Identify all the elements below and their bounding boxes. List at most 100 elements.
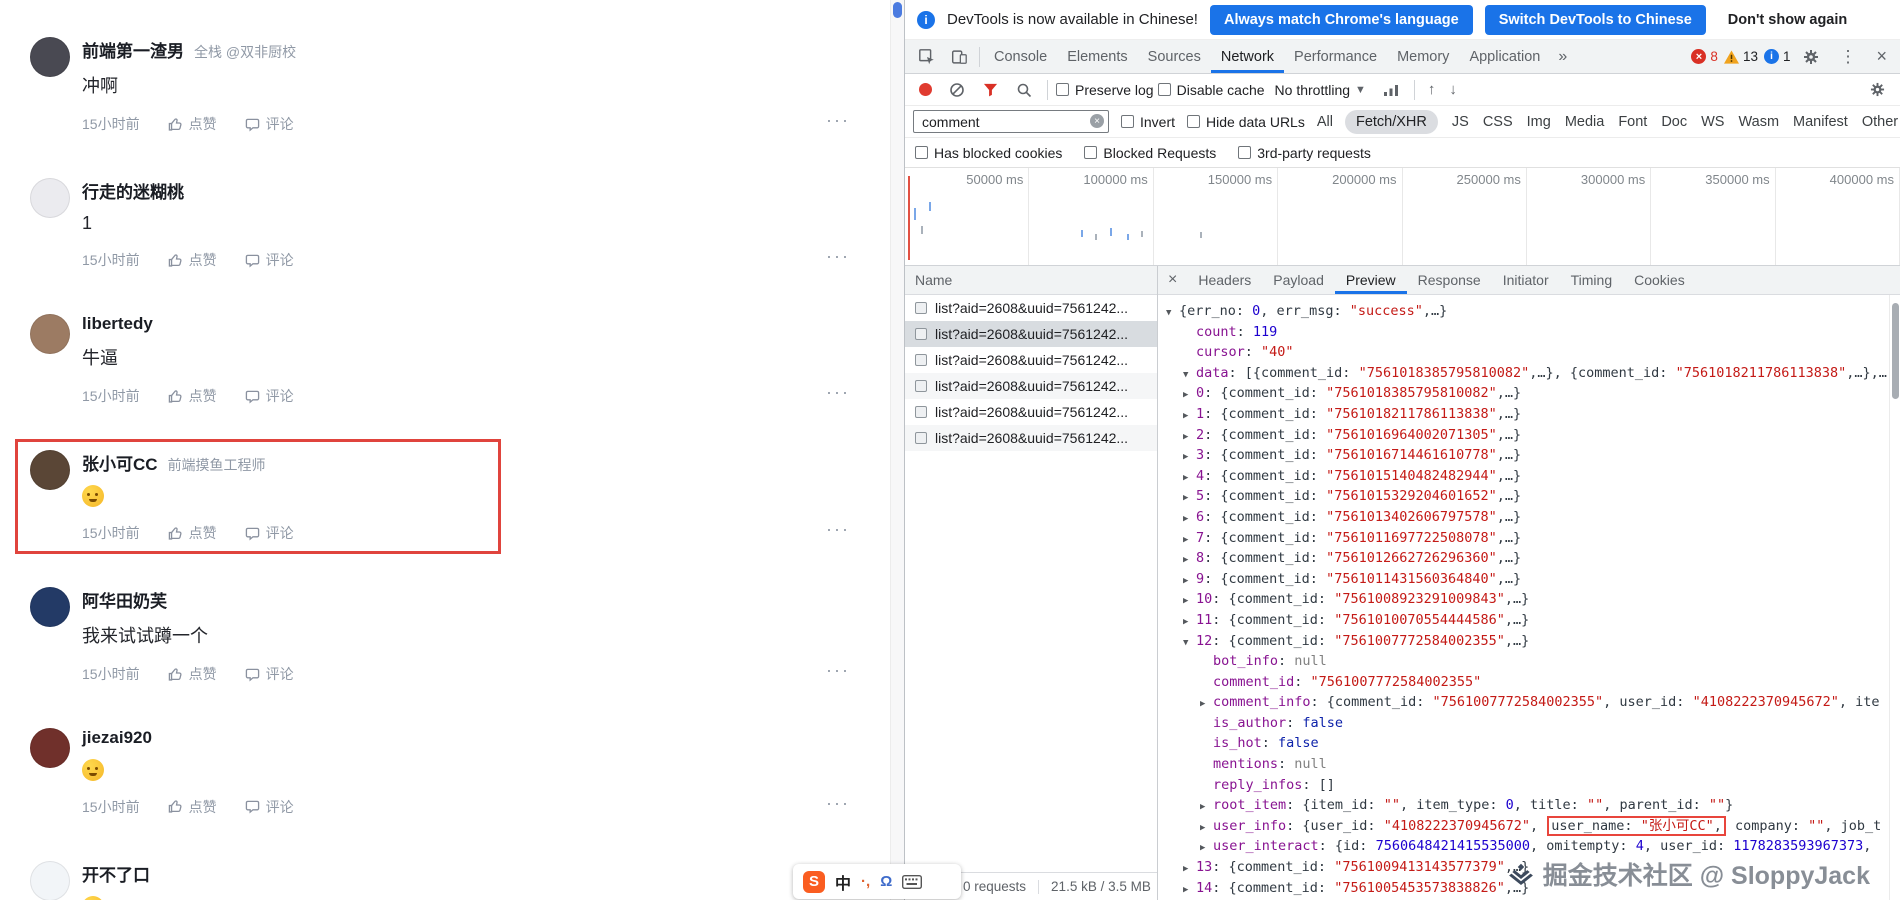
expand-triangle-icon[interactable]: ▶ [1200,838,1213,857]
comment-username[interactable]: 前端第一渣男 [82,37,184,62]
json-line[interactable]: ▶user_info: {user_id: "4108222370945672"… [1158,816,1900,837]
reply-button[interactable]: 评论 [245,114,294,134]
sogou-logo-icon[interactable]: S [803,871,825,893]
details-scrollbar-thumb[interactable] [1892,303,1899,399]
json-line[interactable]: ▶comment_info: {comment_id: "75610077725… [1158,692,1900,713]
ime-punctuation-toggle[interactable]: ·, [861,873,870,890]
more-options-button[interactable]: ··· [826,660,850,681]
json-line[interactable]: ▼{err_no: 0, err_msg: "success",…} [1158,301,1900,322]
filter-type-wasm[interactable]: Wasm [1738,114,1779,130]
timeline-column[interactable]: 250000 ms [1403,168,1527,265]
details-tab-cookies[interactable]: Cookies [1623,266,1696,294]
switch-devtools-chinese-button[interactable]: Switch DevTools to Chinese [1485,5,1706,35]
avatar[interactable] [30,728,70,768]
avatar[interactable] [30,37,70,77]
json-line[interactable]: ▶8: {comment_id: "7561012662726296360",…… [1158,548,1900,569]
json-line[interactable]: ▶root_item: {item_id: "", item_type: 0, … [1158,795,1900,816]
json-line[interactable]: ▼data: [{comment_id: "756101838579581008… [1158,363,1900,384]
expand-triangle-icon[interactable]: ▶ [1183,468,1196,487]
tab-memory[interactable]: Memory [1387,40,1459,73]
checkbox-box[interactable] [1084,146,1097,159]
json-line[interactable]: ▶0: {comment_id: "7561018385795810082",…… [1158,383,1900,404]
expand-triangle-icon[interactable]: ▶ [1183,530,1196,549]
like-button[interactable]: 点赞 [168,114,217,134]
more-options-button[interactable]: ··· [826,793,850,814]
filter-type-manifest[interactable]: Manifest [1793,114,1848,130]
collapse-triangle-icon[interactable]: ▼ [1166,303,1179,322]
timeline-column[interactable]: 350000 ms [1651,168,1775,265]
expand-triangle-icon[interactable]: ▶ [1183,612,1196,631]
json-line[interactable]: ▼12: {comment_id: "7561007772584002355",… [1158,631,1900,652]
filter-type-img[interactable]: Img [1527,114,1551,130]
filter-type-fetch-xhr[interactable]: Fetch/XHR [1345,110,1438,134]
invert-checkbox[interactable]: Invert [1121,114,1175,130]
tab-network[interactable]: Network [1211,40,1284,73]
tab-performance[interactable]: Performance [1284,40,1387,73]
details-tab-headers[interactable]: Headers [1187,266,1262,294]
avatar[interactable] [30,178,70,218]
checkbox-box[interactable] [915,146,928,159]
disable-cache-checkbox[interactable]: Disable cache [1158,82,1265,98]
filter-type-ws[interactable]: WS [1701,114,1724,130]
expand-triangle-icon[interactable]: ▶ [1183,859,1196,878]
expand-triangle-icon[interactable]: ▶ [1200,694,1213,713]
expand-triangle-icon[interactable]: ▶ [1200,797,1213,816]
expand-triangle-icon[interactable]: ▶ [1183,447,1196,466]
close-details-icon[interactable]: × [1158,266,1187,294]
comment-username[interactable]: libertedy [82,314,153,334]
timeline-column[interactable]: 300000 ms [1527,168,1651,265]
timeline-column[interactable]: 100000 ms [1029,168,1153,265]
reply-button[interactable]: 评论 [245,664,294,684]
json-line[interactable]: ▶5: {comment_id: "7561015329204601652",…… [1158,486,1900,507]
expand-triangle-icon[interactable]: ▶ [1183,509,1196,528]
ime-language-toggle[interactable]: 中 [835,870,851,894]
name-column-header[interactable]: Name [915,272,952,288]
like-button[interactable]: 点赞 [168,664,217,684]
filter-type-css[interactable]: CSS [1483,114,1513,130]
json-line[interactable]: ▶1: {comment_id: "7561018211786113838",…… [1158,404,1900,425]
page-scrollbar-thumb[interactable] [893,2,902,18]
filter-type-doc[interactable]: Doc [1661,114,1687,130]
filter-input[interactable] [913,110,1109,133]
details-tab-timing[interactable]: Timing [1560,266,1624,294]
tab-console[interactable]: Console [984,40,1057,73]
close-devtools-icon[interactable]: × [1869,46,1894,67]
request-row[interactable]: list?aid=2608&uuid=7561242... [905,321,1157,347]
request-row[interactable]: list?aid=2608&uuid=7561242... [905,399,1157,425]
ime-symbols-button[interactable]: Ω [880,873,892,890]
more-tabs-chevron[interactable]: » [1550,40,1575,73]
errors-badge[interactable]: × 8 [1691,49,1718,64]
kebab-menu-icon[interactable]: ⋮ [1832,47,1863,67]
comment-username[interactable]: 阿华田奶芙 [82,587,167,612]
device-toolbar-icon[interactable] [943,40,975,73]
search-icon[interactable] [1009,82,1039,98]
tab-application[interactable]: Application [1459,40,1550,73]
expand-triangle-icon[interactable]: ▶ [1183,591,1196,610]
network-settings-gear-icon[interactable] [1863,82,1892,97]
collapse-triangle-icon[interactable]: ▼ [1183,633,1196,652]
dont-show-again-button[interactable]: Don't show again [1718,5,1857,35]
issues-badge[interactable]: i 1 [1764,49,1791,64]
expand-triangle-icon[interactable]: ▶ [1183,385,1196,404]
comment-username[interactable]: jiezai920 [82,728,152,748]
filter-type-js[interactable]: JS [1452,114,1469,130]
checkbox-box[interactable] [1187,115,1200,128]
json-line[interactable]: ▶3: {comment_id: "7561016714461610778",…… [1158,445,1900,466]
more-options-button[interactable]: ··· [826,519,850,540]
details-scrollbar[interactable] [1889,295,1900,900]
preserve-log-checkbox[interactable]: Preserve log [1056,82,1154,98]
json-line[interactable]: ▶4: {comment_id: "7561015140482482944",…… [1158,466,1900,487]
timeline-column[interactable]: 50000 ms [905,168,1029,265]
tab-elements[interactable]: Elements [1057,40,1137,73]
record-network-log-button[interactable] [919,83,932,96]
json-line[interactable]: ▶6: {comment_id: "7561013402606797578",…… [1158,507,1900,528]
avatar[interactable] [30,314,70,354]
request-row[interactable]: list?aid=2608&uuid=7561242... [905,373,1157,399]
expand-triangle-icon[interactable]: ▶ [1183,406,1196,425]
checkbox-box[interactable] [1238,146,1251,159]
avatar[interactable] [30,450,70,490]
expand-triangle-icon[interactable]: ▶ [1183,571,1196,590]
comment-username[interactable]: 张小可CC [82,450,158,475]
network-overview-timeline[interactable]: 50000 ms100000 ms150000 ms200000 ms25000… [905,168,1900,266]
clear-network-log-icon[interactable] [942,82,972,98]
